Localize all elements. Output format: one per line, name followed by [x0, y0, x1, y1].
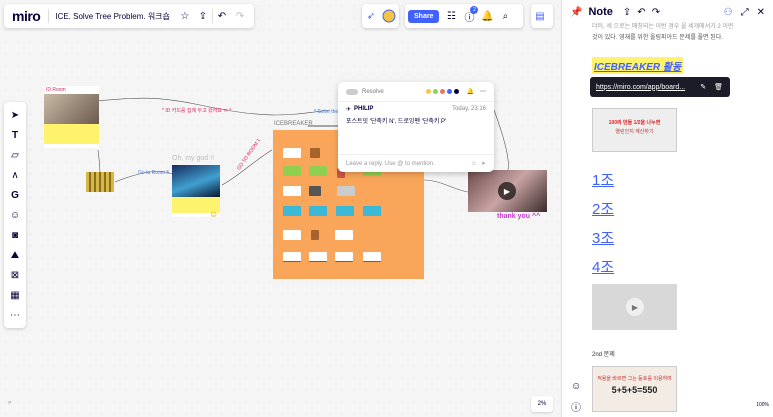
bell-icon[interactable]: 🔔 [467, 88, 474, 95]
comment-meta: ✈ PHILIP Today, 23:16 [346, 106, 486, 113]
expand-icon[interactable]: ⤢ [741, 7, 749, 18]
comment-header: Resolve 🔔 ⋯ [338, 82, 494, 102]
link-tooltip[interactable]: https://miro.com/app/board... ✎ 🗑 [590, 77, 730, 97]
note-zoom-level: 100% [756, 402, 769, 408]
reply-row: Leave a reply. Use @ to mention. ☺ ➤ [338, 154, 494, 172]
resolve-label: Resolve [362, 88, 384, 95]
icebreaker-caption: ICEBREAKER [274, 121, 313, 127]
note-title: Note [588, 6, 613, 18]
bookshelf-image[interactable] [86, 172, 114, 192]
emoji-icon[interactable]: ☺ [471, 161, 477, 167]
side-chat-icon[interactable]: ☺ [571, 381, 581, 392]
thank-you-text: thank you ^^ [497, 213, 541, 220]
color-dot-green[interactable] [432, 89, 438, 94]
send-icon[interactable]: ➤ [481, 160, 486, 167]
grid-cell[interactable] [311, 230, 319, 240]
comment-body: ✈ PHILIP Today, 23:16 포스트잇 '단축키 N', 드로잉펜… [338, 102, 494, 129]
grid-cell[interactable] [335, 252, 353, 262]
color-dot-black[interactable] [453, 89, 459, 94]
img1-caption: 100의 만들 1/2을 나누면 [608, 120, 661, 126]
video-thumbnail-note[interactable]: ▶ [592, 284, 677, 330]
card-image [44, 94, 99, 124]
comment-author: PHILIP [354, 106, 374, 112]
play-icon[interactable]: ▶ [626, 298, 644, 316]
color-dot-blue[interactable] [446, 89, 452, 94]
bottom-left-panel-icon[interactable]: » [8, 400, 11, 406]
board-canvas[interactable]: miro ICE. Solve Tree Problem. 워크숍 ☆ ⇪ ↶ … [0, 0, 561, 417]
grid-cell[interactable] [283, 148, 301, 158]
comment-avatar-icon: ✈ [346, 107, 352, 113]
group-link-3[interactable]: 3조 [592, 224, 614, 253]
comment-time: Today, 23:16 [452, 106, 486, 112]
grid-cell[interactable] [335, 230, 353, 240]
video-thumbnail[interactable]: ▶ [468, 170, 547, 212]
color-dot-red[interactable] [439, 89, 445, 94]
grid-cell[interactable] [283, 230, 301, 240]
id-card-label[interactable]: * ID 카드를 집에 두고 왔어요 ㅠ * [162, 107, 231, 114]
redo-icon[interactable]: ↷ [652, 7, 660, 18]
play-icon[interactable]: ▶ [498, 182, 516, 200]
grid-cell[interactable] [309, 166, 327, 176]
grid-cell[interactable] [363, 206, 381, 216]
delete-link-icon[interactable]: 🗑 [714, 83, 723, 91]
img1-sub: 열린인지 계산하기 [615, 129, 654, 135]
image-thumbnail-2[interactable]: 적용을 바르면 그는 등호를 이용하여 5+5+5=550 [592, 366, 677, 412]
export-icon[interactable]: ⇪ [623, 7, 631, 18]
group-link-2[interactable]: 2조 [592, 195, 614, 224]
color-dots [425, 89, 459, 94]
oh-my-god-title: Oh, my god !! [172, 155, 215, 162]
undo-icon[interactable]: ↶ [637, 7, 645, 18]
close-icon[interactable]: ✕ [757, 7, 765, 18]
card-title: ID Room [46, 87, 66, 93]
note-intro-top: 더러, 세 으로는 매칭되는 이번 경우 을 세개에서가 2 이런 [592, 24, 734, 30]
grid-cell[interactable] [363, 252, 381, 262]
zoom-pill[interactable]: 2% [531, 396, 553, 412]
grid-cell[interactable] [283, 186, 301, 196]
smile-emoji-icon: ☺ [209, 209, 219, 219]
group-link-1[interactable]: 1조 [592, 166, 614, 195]
grid-cell[interactable] [309, 206, 327, 216]
comment-text: 포스트잇 '단축키 N', 드로잉펜 '단축키 P' [346, 119, 447, 125]
card-yellow-note [44, 124, 99, 144]
group-link-4[interactable]: 4조 [592, 253, 614, 282]
section-2-label: 2nd 문제 [592, 352, 615, 358]
more-icon[interactable]: ⋯ [480, 88, 486, 95]
solve-label: * Solve the [314, 109, 339, 115]
side-help-icon[interactable]: ⓘ [571, 399, 581, 414]
comment-popover[interactable]: Resolve 🔔 ⋯ ✈ PHILIP Today, 23:16 포스트잇 '… [338, 82, 494, 172]
img2-line2: 5+5+5=550 [611, 385, 658, 395]
grid-cell[interactable] [310, 148, 320, 158]
grid-cell[interactable] [309, 186, 321, 196]
note-body[interactable]: 더러, 세 으로는 매칭되는 이번 경우 을 세개에서가 2 이런 것이 있다.… [562, 21, 773, 74]
grid-cell[interactable] [283, 252, 301, 262]
go-to-room-label: Go to Room 5 [138, 170, 170, 176]
note-panel: 📌 Note ⇪ ↶ ↷ ⚇ ⤢ ✕ 더러, 세 으로는 매칭되는 이번 경우 … [561, 0, 773, 417]
color-dot-yellow[interactable] [425, 89, 431, 94]
grid-cell[interactable] [283, 166, 301, 176]
group-links: 1조 2조 3조 4조 [592, 166, 614, 282]
resolve-toggle[interactable] [346, 88, 358, 95]
edit-link-icon[interactable]: ✎ [700, 83, 706, 91]
grid-cell[interactable] [337, 186, 355, 196]
link-url[interactable]: https://miro.com/app/board... [596, 84, 685, 91]
grid-cell[interactable] [336, 206, 354, 216]
img2-line1: 적용을 바르면 그는 등호를 이용하여 [597, 376, 672, 382]
image-thumbnail-1[interactable]: 100의 만들 1/2을 나누면 열린인지 계산하기 [592, 108, 677, 152]
reply-input[interactable]: Leave a reply. Use @ to mention. [346, 161, 435, 167]
card-image [172, 165, 220, 197]
grid-cell[interactable] [309, 252, 327, 262]
zoom-level: 2% [537, 401, 547, 407]
note-heading: ICEBREAKER 활동 [592, 57, 684, 74]
photo-card-top-left[interactable]: ID Room [44, 86, 99, 148]
share-note-icon[interactable]: ⚇ [724, 7, 733, 18]
grid-cell[interactable] [283, 206, 301, 216]
pin-icon[interactable]: 📌 [570, 7, 582, 18]
note-intro: 것이 있다. 영재를 위한 올림피아드 문제를 풀면 된다. [592, 35, 723, 41]
